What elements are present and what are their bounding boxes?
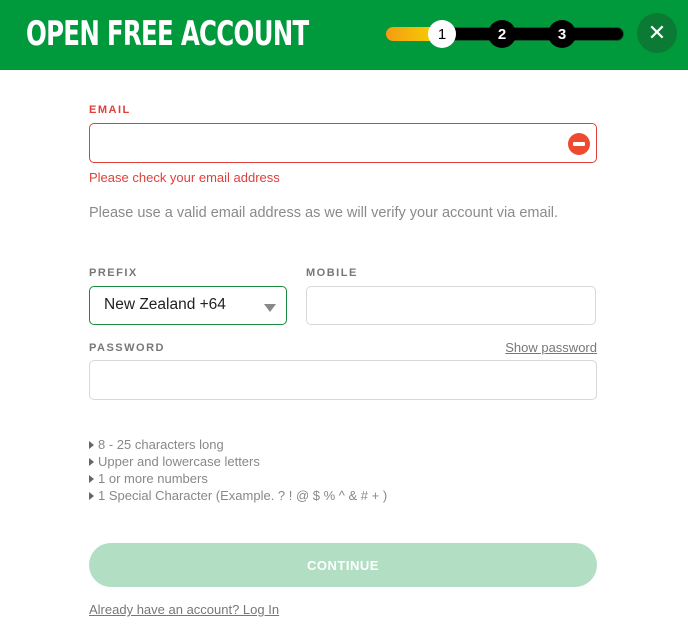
email-help-text: Please use a valid email address as we w… [89,205,559,221]
caret-right-icon [89,457,94,466]
close-button[interactable]: ✕ [637,13,677,53]
caret-right-icon [89,491,94,500]
password-rule: 1 or more numbers [89,470,387,487]
prefix-selected-value: New Zealand +64 [104,296,226,313]
login-link[interactable]: Already have an account? Log In [89,602,279,617]
password-input[interactable] [89,360,597,400]
caret-right-icon [89,474,94,483]
step-3: 3 [548,20,576,48]
email-label: EMAIL [89,104,131,116]
progress-stepper: 1 2 3 [386,20,624,48]
password-rule: Upper and lowercase letters [89,453,387,470]
step-1: 1 [428,20,456,48]
caret-right-icon [89,440,94,449]
password-rule: 8 - 25 characters long [89,436,387,453]
header: OPEN FREE ACCOUNT 1 2 3 ✕ [0,0,688,70]
step-2: 2 [488,20,516,48]
email-input[interactable] [89,123,597,163]
chevron-down-icon [264,304,276,312]
prefix-label: PREFIX [89,267,138,279]
page-title: OPEN FREE ACCOUNT [26,14,309,54]
mobile-input[interactable] [306,286,596,325]
continue-button[interactable]: CONTINUE [89,543,597,587]
error-minus-icon [568,133,590,155]
mobile-label: MOBILE [306,267,358,279]
email-error-message: Please check your email address [89,170,280,185]
password-rule: 1 Special Character (Example. ? ! @ $ % … [89,487,387,504]
close-icon: ✕ [647,20,667,45]
password-rules: 8 - 25 characters long Upper and lowerca… [89,436,387,504]
prefix-select[interactable]: New Zealand +64 [89,286,287,325]
show-password-link[interactable]: Show password [505,340,597,355]
password-label: PASSWORD [89,342,165,354]
